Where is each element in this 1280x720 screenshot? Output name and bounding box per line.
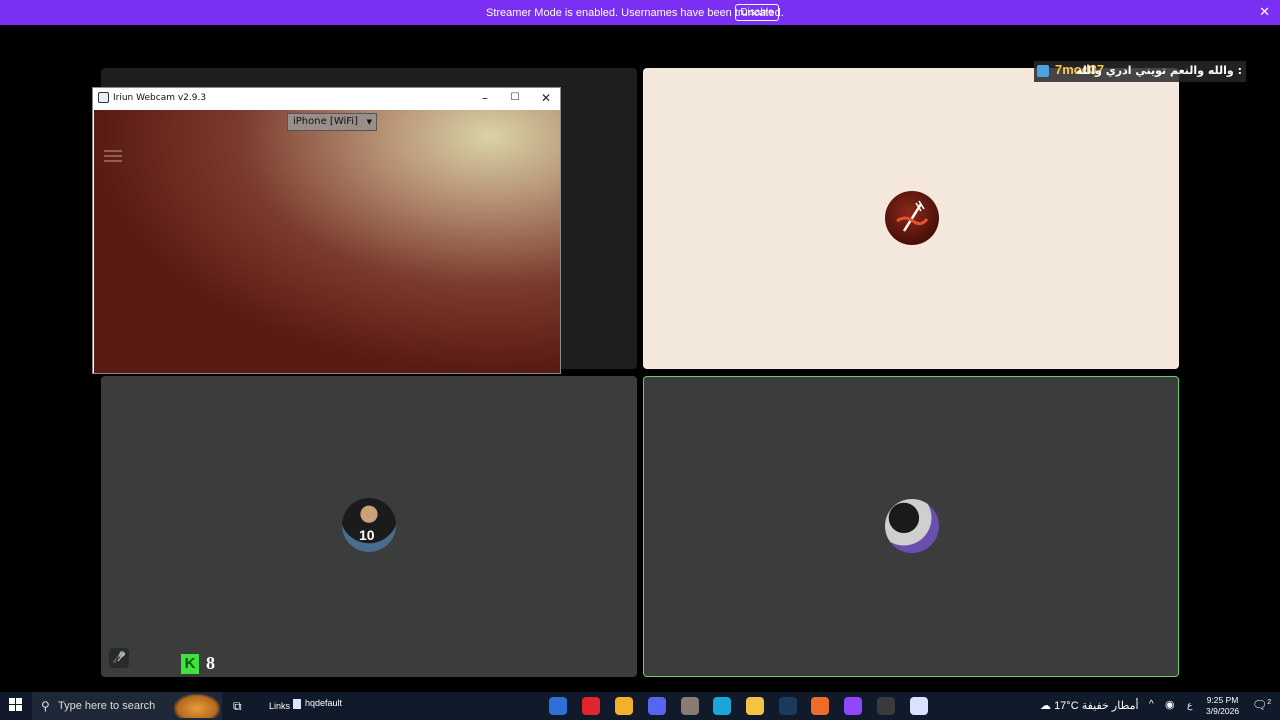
search-placeholder: Type here to search	[58, 700, 156, 712]
edge-icon[interactable]	[713, 697, 731, 715]
close-button[interactable]: ✕	[536, 91, 556, 105]
search-highlight-cat-icon[interactable]	[174, 694, 220, 718]
kick-badge-icon: K	[181, 654, 199, 674]
taskbar-search-box[interactable]: ⚲ Type here to search	[32, 692, 222, 720]
weather-temp: 17°C	[1054, 700, 1079, 712]
participant-avatar: 10	[342, 498, 396, 552]
hamburger-menu-icon[interactable]	[104, 150, 122, 165]
notification-count: 2	[1267, 699, 1272, 706]
steam-icon[interactable]	[779, 697, 797, 715]
clock-date: 3/9/2026	[1206, 706, 1240, 716]
chat-overlay-message: 7mod37 والله والنعم تويني ادري والله :	[1034, 61, 1246, 82]
search-icon: ⚲	[41, 699, 50, 713]
disable-button[interactable]: Disable	[735, 4, 779, 21]
file-icon	[293, 698, 301, 709]
obs-icon[interactable]	[877, 697, 895, 715]
file-explorer-icon[interactable]	[746, 697, 764, 715]
notification-center-icon[interactable]: 🗨2	[1252, 698, 1271, 712]
maximize-button[interactable]: ☐	[505, 92, 525, 103]
chat-text: والله والنعم تويني ادري والله :	[1075, 64, 1242, 77]
windows-taskbar: ⚲ Type here to search ⧉ Links hqdefault …	[0, 692, 1280, 720]
messenger-icon[interactable]	[615, 697, 633, 715]
iriun-app-icon	[98, 92, 109, 103]
video-tile-bottom-left[interactable]: 10 🎤̸ K 8	[101, 376, 637, 677]
pinned-file-label: hqdefault	[305, 698, 343, 708]
tray-overflow-chevron-icon[interactable]: ^	[1149, 699, 1154, 710]
weather-desc: أمطار خفيفة	[1081, 700, 1139, 712]
muted-mic-icon: 🎤̸	[109, 648, 129, 668]
device-select-value: iPhone [WiFi]	[293, 116, 358, 127]
device-select[interactable]: iPhone [WiFi] ▼	[287, 113, 377, 131]
badge-count: 8	[206, 653, 215, 673]
outlook-icon[interactable]	[549, 697, 567, 715]
minimize-button[interactable]: –	[475, 91, 495, 105]
streamer-mode-banner: Streamer Mode is enabled. Usernames have…	[0, 0, 1280, 25]
video-tile-top-right[interactable]	[643, 68, 1179, 369]
recording-indicator-icon[interactable]: ◉	[1165, 698, 1175, 711]
taskbar-clock[interactable]: 9:25 PM 3/9/2026	[1206, 695, 1239, 717]
window-titlebar[interactable]: Iriun Webcam v2.9.3 – ☐ ✕	[93, 88, 560, 110]
weather-widget[interactable]: ☁ 17°C أمطار خفيفة	[1040, 699, 1139, 712]
windows-start-button[interactable]	[9, 698, 23, 712]
window-title: Iriun Webcam v2.9.3	[113, 93, 207, 103]
chevron-down-icon: ▼	[366, 118, 372, 126]
participant-avatar	[885, 191, 939, 245]
chat-badge-icon	[1037, 65, 1049, 77]
close-icon[interactable]: ✕	[1259, 4, 1270, 20]
iriun-webcam-window[interactable]: Iriun Webcam v2.9.3 – ☐ ✕ iPhone [WiFi] …	[92, 87, 561, 374]
twitch-icon[interactable]	[844, 697, 862, 715]
links-toolbar[interactable]: Links	[269, 701, 290, 711]
discord-icon[interactable]	[648, 697, 666, 715]
video-tile-bottom-right-speaking[interactable]	[643, 376, 1179, 677]
clock-time: 9:25 PM	[1206, 695, 1239, 705]
task-view-icon[interactable]: ⧉	[233, 699, 242, 714]
input-language[interactable]: ع	[1187, 700, 1192, 711]
participant-avatar	[885, 499, 939, 553]
photo-icon[interactable]	[681, 697, 699, 715]
pinned-file-item[interactable]: hqdefault	[293, 698, 342, 709]
acrobat-icon[interactable]	[582, 697, 600, 715]
fork-icon	[896, 200, 929, 232]
iriun-icon[interactable]	[910, 697, 928, 715]
jersey-number: 10	[359, 527, 375, 543]
orange-app-icon[interactable]	[811, 697, 829, 715]
camera-feed: iPhone [WiFi] ▼	[94, 110, 560, 373]
